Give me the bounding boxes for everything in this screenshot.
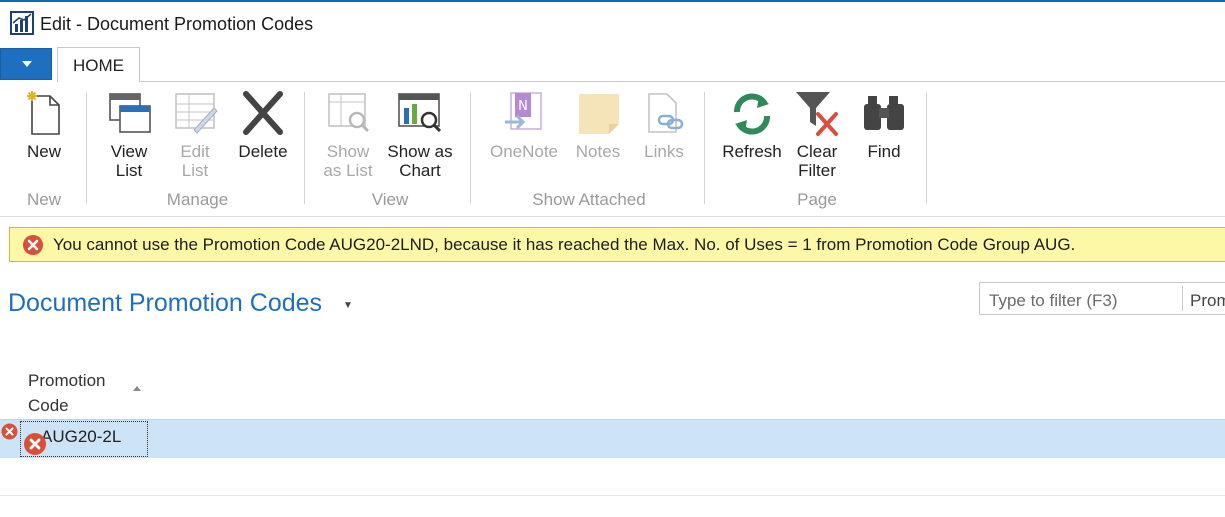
group-label-manage: Manage <box>166 190 229 209</box>
promotion-code-value: AUG20-2L <box>41 427 122 446</box>
show-as-chart-label: Show as Chart <box>387 142 453 180</box>
cell-error-icon <box>24 433 46 455</box>
delete-button[interactable]: Delete <box>236 90 290 161</box>
row-error-icon <box>1 423 18 440</box>
app-menu-button[interactable] <box>0 48 52 80</box>
title-bar: Edit - Document Promotion Codes <box>0 2 1225 46</box>
edit-list-label: Edit List <box>180 142 210 180</box>
view-list-icon <box>109 93 151 133</box>
show-as-list-button[interactable]: Show as List <box>320 90 376 180</box>
find-button[interactable]: Find <box>862 90 906 161</box>
onenote-icon: N <box>505 92 542 130</box>
tab-home[interactable]: HOME <box>57 47 140 82</box>
group-label-page: Page <box>797 190 837 209</box>
links-label: Links <box>644 142 684 161</box>
binoculars-icon <box>864 96 904 130</box>
find-label: Find <box>867 142 901 161</box>
view-list-label: View List <box>110 142 148 180</box>
delete-x-icon <box>243 91 283 135</box>
show-as-chart-button[interactable]: Show as Chart <box>386 90 454 180</box>
new-button-label: New <box>26 142 61 161</box>
group-label-show-attached: Show Attached <box>532 190 646 209</box>
links-button[interactable]: Links <box>640 90 688 161</box>
filter-placeholder: Type to filter (F3) <box>989 291 1118 310</box>
error-message: You cannot use the Promotion Code AUG20-… <box>53 235 1076 254</box>
links-icon <box>648 93 684 133</box>
error-icon <box>23 235 43 255</box>
error-notification-bar: You cannot use the Promotion Code AUG20-… <box>9 227 1225 262</box>
show-as-list-label: Show as List <box>323 142 373 180</box>
sort-ascending-icon <box>133 386 141 391</box>
new-button[interactable]: New <box>22 90 66 161</box>
ribbon-divider <box>0 216 1225 217</box>
show-as-list-icon <box>328 93 370 133</box>
filter-field-selector[interactable]: Prom <box>1190 291 1225 311</box>
refresh-button[interactable]: Refresh <box>720 90 784 161</box>
onenote-label: OneNote <box>489 142 559 161</box>
app-chart-icon <box>10 11 34 35</box>
column-header-promotion-code[interactable]: Promotion Code <box>28 368 105 418</box>
window-title: Edit - Document Promotion Codes <box>40 14 314 34</box>
column-header-label: Promotion Code <box>28 371 106 415</box>
onenote-button[interactable]: N OneNote <box>486 90 562 161</box>
list-bottom-rule <box>0 495 1225 496</box>
group-separator <box>926 92 927 204</box>
clear-filter-label: Clear Filter <box>796 142 838 180</box>
group-label-new: New <box>26 190 61 209</box>
show-as-chart-icon <box>398 93 442 133</box>
delete-label: Delete <box>238 142 288 161</box>
view-list-button[interactable]: View List <box>104 90 154 180</box>
chevron-down-icon[interactable]: ▼ <box>343 300 353 311</box>
group-separator <box>704 92 705 204</box>
dropdown-arrow-icon <box>22 61 32 67</box>
page-title[interactable]: Document Promotion Codes <box>8 289 322 318</box>
notes-label: Notes <box>575 142 621 161</box>
edit-list-button[interactable]: Edit List <box>172 90 218 180</box>
filter-input[interactable]: Type to filter (F3) Prom <box>979 282 1225 315</box>
group-separator <box>470 92 471 204</box>
table-row[interactable] <box>0 419 1225 458</box>
refresh-label: Refresh <box>722 142 782 161</box>
group-label-view: View <box>371 190 409 209</box>
group-separator <box>304 92 305 204</box>
clear-filter-button[interactable]: Clear Filter <box>792 90 842 180</box>
clear-filter-icon <box>796 92 838 136</box>
refresh-icon <box>734 93 770 135</box>
new-document-icon <box>27 91 60 135</box>
notes-button[interactable]: Notes <box>572 90 624 161</box>
filter-divider <box>1182 286 1183 311</box>
notes-icon <box>579 94 619 134</box>
group-separator <box>86 92 87 204</box>
edit-list-icon <box>175 93 218 134</box>
svg-text:N: N <box>518 99 528 114</box>
